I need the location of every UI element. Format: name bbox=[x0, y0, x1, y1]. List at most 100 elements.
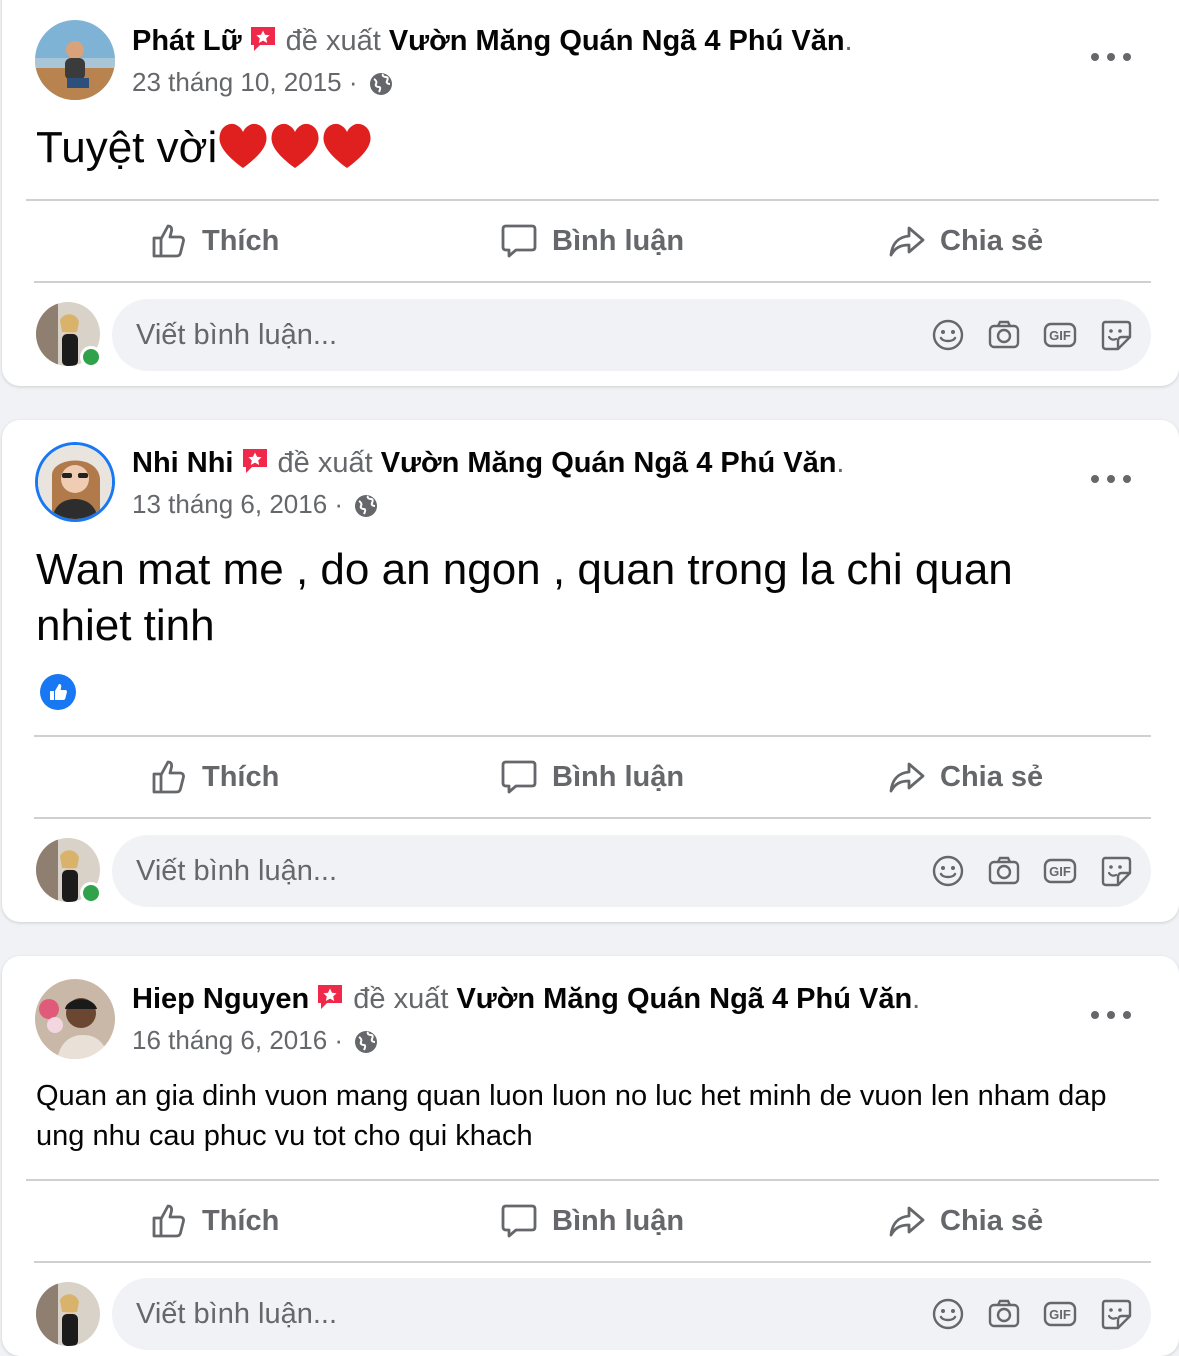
comment-label: Bình luận bbox=[552, 760, 685, 793]
comment-button[interactable]: Bình luận bbox=[500, 211, 684, 271]
post-date[interactable]: 13 tháng 6, 2016 bbox=[132, 489, 327, 519]
post-header: Phát Lữ đề xuất Vườn Măng Quán Ngã 4 Phú … bbox=[132, 23, 853, 59]
period-text: . bbox=[912, 983, 921, 1015]
gif-icon[interactable]: GIF bbox=[1043, 854, 1077, 888]
comment-button[interactable]: Bình luận bbox=[500, 1191, 684, 1251]
my-avatar[interactable] bbox=[36, 838, 102, 904]
author-name[interactable]: Phát Lữ bbox=[132, 25, 242, 57]
comment-composer[interactable]: GIF bbox=[112, 1278, 1151, 1350]
like-button[interactable]: Thích bbox=[150, 211, 279, 271]
globe-icon bbox=[369, 71, 393, 103]
comment-bubble-icon bbox=[501, 760, 537, 794]
thumbs-up-icon bbox=[152, 224, 185, 258]
author-avatar[interactable] bbox=[38, 445, 112, 519]
meta-separator: · bbox=[334, 1025, 344, 1055]
svg-text:GIF: GIF bbox=[1049, 1307, 1071, 1322]
gif-icon[interactable]: GIF bbox=[1043, 318, 1077, 352]
comment-button[interactable]: Bình luận bbox=[500, 747, 684, 807]
author-avatar[interactable] bbox=[35, 20, 115, 100]
comment-input[interactable] bbox=[136, 854, 909, 888]
sticker-icon[interactable] bbox=[1099, 318, 1133, 352]
svg-text:GIF: GIF bbox=[1049, 864, 1071, 879]
share-arrow-icon bbox=[889, 762, 925, 793]
share-arrow-icon bbox=[889, 226, 925, 257]
share-button[interactable]: Chia sẻ bbox=[888, 211, 1043, 271]
author-name[interactable]: Hiep Nguyen bbox=[132, 983, 309, 1015]
my-avatar[interactable] bbox=[36, 302, 102, 368]
more-options-icon[interactable] bbox=[1091, 42, 1131, 72]
share-arrow-icon bbox=[889, 1206, 925, 1237]
like-reaction-icon[interactable] bbox=[40, 674, 76, 710]
share-label: Chia sẻ bbox=[940, 1204, 1044, 1237]
red-heart-icon bbox=[219, 123, 267, 168]
like-button[interactable]: Thích bbox=[150, 1191, 279, 1251]
post-meta: 16 tháng 6, 2016 · bbox=[132, 1024, 378, 1061]
online-status-icon bbox=[80, 346, 102, 368]
recommends-text: đề xuất bbox=[277, 447, 373, 479]
like-label: Thích bbox=[202, 760, 280, 793]
sticker-icon[interactable] bbox=[1099, 854, 1133, 888]
comment-label: Bình luận bbox=[552, 1204, 685, 1237]
emoji-icon[interactable] bbox=[931, 854, 965, 888]
like-label: Thích bbox=[202, 224, 280, 257]
author-name[interactable]: Nhi Nhi bbox=[132, 447, 234, 479]
svg-text:GIF: GIF bbox=[1049, 328, 1071, 343]
period-text: . bbox=[836, 447, 845, 479]
red-heart-icon bbox=[271, 123, 319, 168]
online-status-icon bbox=[80, 882, 102, 904]
share-button[interactable]: Chia sẻ bbox=[888, 747, 1043, 807]
place-link[interactable]: Vườn Măng Quán Ngã 4 Phú Văn bbox=[389, 25, 845, 57]
globe-icon bbox=[354, 493, 378, 525]
emoji-icon[interactable] bbox=[931, 318, 965, 352]
meta-separator: · bbox=[348, 67, 358, 97]
recommends-text: đề xuất bbox=[285, 25, 381, 57]
recommend-badge-icon bbox=[240, 446, 270, 476]
meta-separator: · bbox=[334, 489, 344, 519]
author-avatar[interactable] bbox=[35, 979, 115, 1059]
more-options-icon[interactable] bbox=[1091, 1000, 1131, 1030]
post-card: Phát Lữ đề xuất Vườn Măng Quán Ngã 4 Phú … bbox=[2, 0, 1179, 386]
more-options-icon[interactable] bbox=[1091, 464, 1131, 494]
comment-bubble-icon bbox=[501, 1204, 537, 1238]
divider bbox=[34, 735, 1151, 737]
recommend-badge-icon bbox=[315, 982, 345, 1012]
globe-icon bbox=[354, 1029, 378, 1061]
divider bbox=[34, 1261, 1151, 1263]
place-link[interactable]: Vườn Măng Quán Ngã 4 Phú Văn bbox=[456, 983, 912, 1015]
thumbs-up-icon bbox=[152, 1204, 185, 1238]
comment-input[interactable] bbox=[136, 318, 909, 352]
recommend-badge-icon bbox=[248, 24, 278, 54]
post-meta: 13 tháng 6, 2016 · bbox=[132, 488, 378, 525]
camera-icon[interactable] bbox=[987, 854, 1021, 888]
post-text: Wan mat me , do an ngon , quan trong la … bbox=[36, 545, 1013, 650]
red-heart-icon bbox=[323, 123, 371, 168]
divider bbox=[26, 1179, 1159, 1181]
my-avatar[interactable] bbox=[36, 1282, 100, 1346]
post-date[interactable]: 23 tháng 10, 2015 bbox=[132, 67, 342, 97]
composer-tools: GIF bbox=[909, 854, 1133, 888]
heart-emoji-icons bbox=[217, 120, 373, 186]
recommends-text: đề xuất bbox=[353, 983, 449, 1015]
thumbs-up-icon bbox=[152, 760, 185, 794]
post-card: Hiep Nguyen đề xuất Vườn Măng Quán Ngã 4 … bbox=[2, 956, 1179, 1356]
post-card: Nhi Nhi đề xuất Vườn Măng Quán Ngã 4 Phú … bbox=[2, 420, 1179, 922]
place-link[interactable]: Vườn Măng Quán Ngã 4 Phú Văn bbox=[381, 447, 837, 479]
comment-label: Bình luận bbox=[552, 224, 685, 257]
post-header: Hiep Nguyen đề xuất Vườn Măng Quán Ngã 4 … bbox=[132, 981, 920, 1017]
share-button[interactable]: Chia sẻ bbox=[888, 1191, 1043, 1251]
comment-composer[interactable]: GIF bbox=[112, 299, 1151, 371]
post-date[interactable]: 16 tháng 6, 2016 bbox=[132, 1025, 327, 1055]
comment-composer[interactable]: GIF bbox=[112, 835, 1151, 907]
share-label: Chia sẻ bbox=[940, 224, 1044, 257]
divider bbox=[34, 281, 1151, 283]
period-text: . bbox=[844, 25, 853, 57]
divider bbox=[34, 817, 1151, 819]
share-label: Chia sẻ bbox=[940, 760, 1044, 793]
post-text-content: Tuyệt vời bbox=[36, 123, 218, 172]
like-button[interactable]: Thích bbox=[150, 747, 279, 807]
like-label: Thích bbox=[202, 1204, 280, 1237]
composer-tools: GIF bbox=[909, 318, 1133, 352]
divider bbox=[26, 199, 1159, 201]
camera-icon[interactable] bbox=[987, 318, 1021, 352]
comment-bubble-icon bbox=[501, 224, 537, 258]
